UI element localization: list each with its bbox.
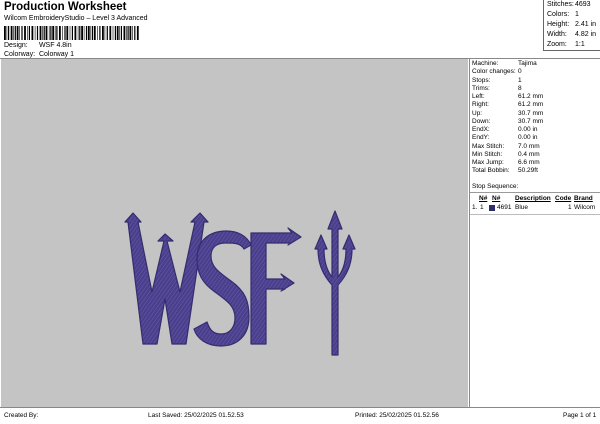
machine-info-value: 1 [518,76,522,84]
machine-info-row: Right: 61.2 mm [472,101,543,108]
machine-info-row: EndX: 0.00 in [472,126,538,133]
last-saved: Last Saved: 25/02/2025 01.52.53 [148,412,244,419]
stitches-value: 4693 [575,1,591,8]
colorway-value: Colorway 1 [38,51,74,58]
trident [314,210,356,356]
machine-info-row: Min Stitch: 0.4 mm [472,151,540,158]
machine-info-label: Machine: [472,60,499,67]
machine-info-row: Max Jump: 6.6 mm [472,159,540,166]
machine-info-row: Stops: 1 [472,77,522,84]
machine-info-row: Trims: 8 [472,85,522,92]
stitches-label: Stitches: [547,1,574,8]
row-stitches: 4691 [497,204,512,211]
thread-color-swatch [489,205,495,211]
machine-info-row: Up: 30.7 mm [472,110,543,117]
machine-info-label: Total Bobbin: [472,167,510,175]
machine-info-row: Max Stitch: 7.0 mm [472,143,540,150]
stop-sequence-title: Stop Sequence: [472,183,519,190]
machine-info-label: Max Stitch: [472,142,505,150]
machine-info-row: Color changes: 0 [472,68,522,75]
col-brand: Brand [574,195,593,202]
machine-info-panel: Machine: Tajima Color changes: 0 Stops: 1 Trim… [469,59,600,407]
machine-info-value: 6.6 mm [518,159,540,166]
zoom-row: Zoom: 1:1 [547,41,585,48]
machine-info-label: Down: [472,117,491,125]
row-description: Blue [515,204,529,211]
col-num: N# [479,195,488,202]
machine-info-label: EndX: [472,126,490,133]
page-number: Page 1 of 1 [563,412,597,419]
row-brand: Wilcom [574,204,596,211]
machine-info-value: 0.00 in [518,126,538,133]
zoom-label: Zoom: [547,41,567,48]
machine-info-value: 0 [518,68,522,76]
machine-info-label: Up: [472,109,483,117]
height-value: 2.41 in [575,21,597,28]
machine-info-label: EndY: [472,134,490,142]
machine-info-value: 61.2 mm [518,101,544,109]
stop-sequence-row: 1. 1 4691 Blue 1 Wilcom [470,204,600,213]
production-worksheet: Production Worksheet Wilcom EmbroiderySt… [0,0,600,424]
design-row: Design: WSF 4.8in [4,42,72,49]
machine-info-value: 7.0 mm [518,142,540,150]
machine-info-row: EndY: 0.00 in [472,134,538,141]
machine-info-value: Tajima [518,60,537,67]
height-label: Height: [547,21,570,28]
design-preview-canvas [1,59,468,407]
embroidery-design [124,210,356,356]
width-row: Width: 4.82 in [547,31,596,38]
col-code: Code [555,195,572,202]
stop-sequence-bottom-divider [470,214,600,215]
row-code: 1 [568,204,572,211]
design-label: Design: [4,42,28,49]
letter-s [193,230,252,347]
machine-info-row: Left: 61.2 mm [472,93,543,100]
row-num: 1 [480,204,484,211]
worksheet-title: Production Worksheet [4,1,127,13]
footer: Created By: Last Saved: 25/02/2025 01.52… [0,412,600,424]
machine-info-row: Total Bobbin: 50.29ft [472,167,538,174]
machine-info-label: Min Stitch: [472,150,503,158]
zoom-value: 1:1 [575,41,585,48]
colors-value: 1 [575,11,579,18]
height-row: Height: 2.41 in [547,21,596,28]
machine-info-label: Color changes: [472,68,516,76]
machine-info-label: Right: [472,101,489,109]
machine-info-row: Down: 30.7 mm [472,118,543,125]
colorway-row: Colorway: Colorway 1 [4,51,74,58]
stats-box: Stitches:4693 Colors: 1 Height: 2.41 in Wi… [543,0,600,51]
letter-f [250,227,302,345]
software-subtitle: Wilcom EmbroideryStudio – Level 3 Advanc… [4,15,148,22]
colorway-label: Colorway: [4,51,36,58]
width-label: Width: [547,31,567,38]
letter-w [124,212,209,345]
barcode [4,26,139,40]
machine-info-value: 30.7 mm [518,117,544,125]
stitches-row: Stitches:4693 [547,1,591,8]
machine-info-value: 8 [518,84,522,92]
machine-info-row: Machine: Tajima [472,60,537,67]
row-index: 1. [472,204,478,211]
machine-info-value: 61.2 mm [518,93,544,100]
machine-info-value: 50.29ft [518,167,538,175]
machine-info-label: Stops: [472,76,491,84]
wsf-letters [124,210,356,356]
machine-info-value: 0.4 mm [518,150,540,158]
col-description: Description [515,195,551,202]
colors-label: Colors: [547,11,570,18]
col-n: N# [492,195,501,202]
stop-sequence-divider [470,192,600,193]
created-by: Created By: [4,412,39,419]
width-value: 4.82 in [575,31,597,38]
colors-row: Colors: 1 [547,11,579,18]
design-value: WSF 4.8in [38,42,72,49]
machine-info-value: 0.00 in [518,134,538,142]
printed: Printed: 25/02/2025 01.52.56 [355,412,439,419]
stop-sequence-header: N# N# Description Code Brand [470,195,600,204]
machine-info-value: 30.7 mm [518,109,544,117]
machine-info-label: Trims: [472,84,490,92]
machine-info-label: Left: [472,93,485,100]
machine-info-label: Max Jump: [472,159,504,166]
